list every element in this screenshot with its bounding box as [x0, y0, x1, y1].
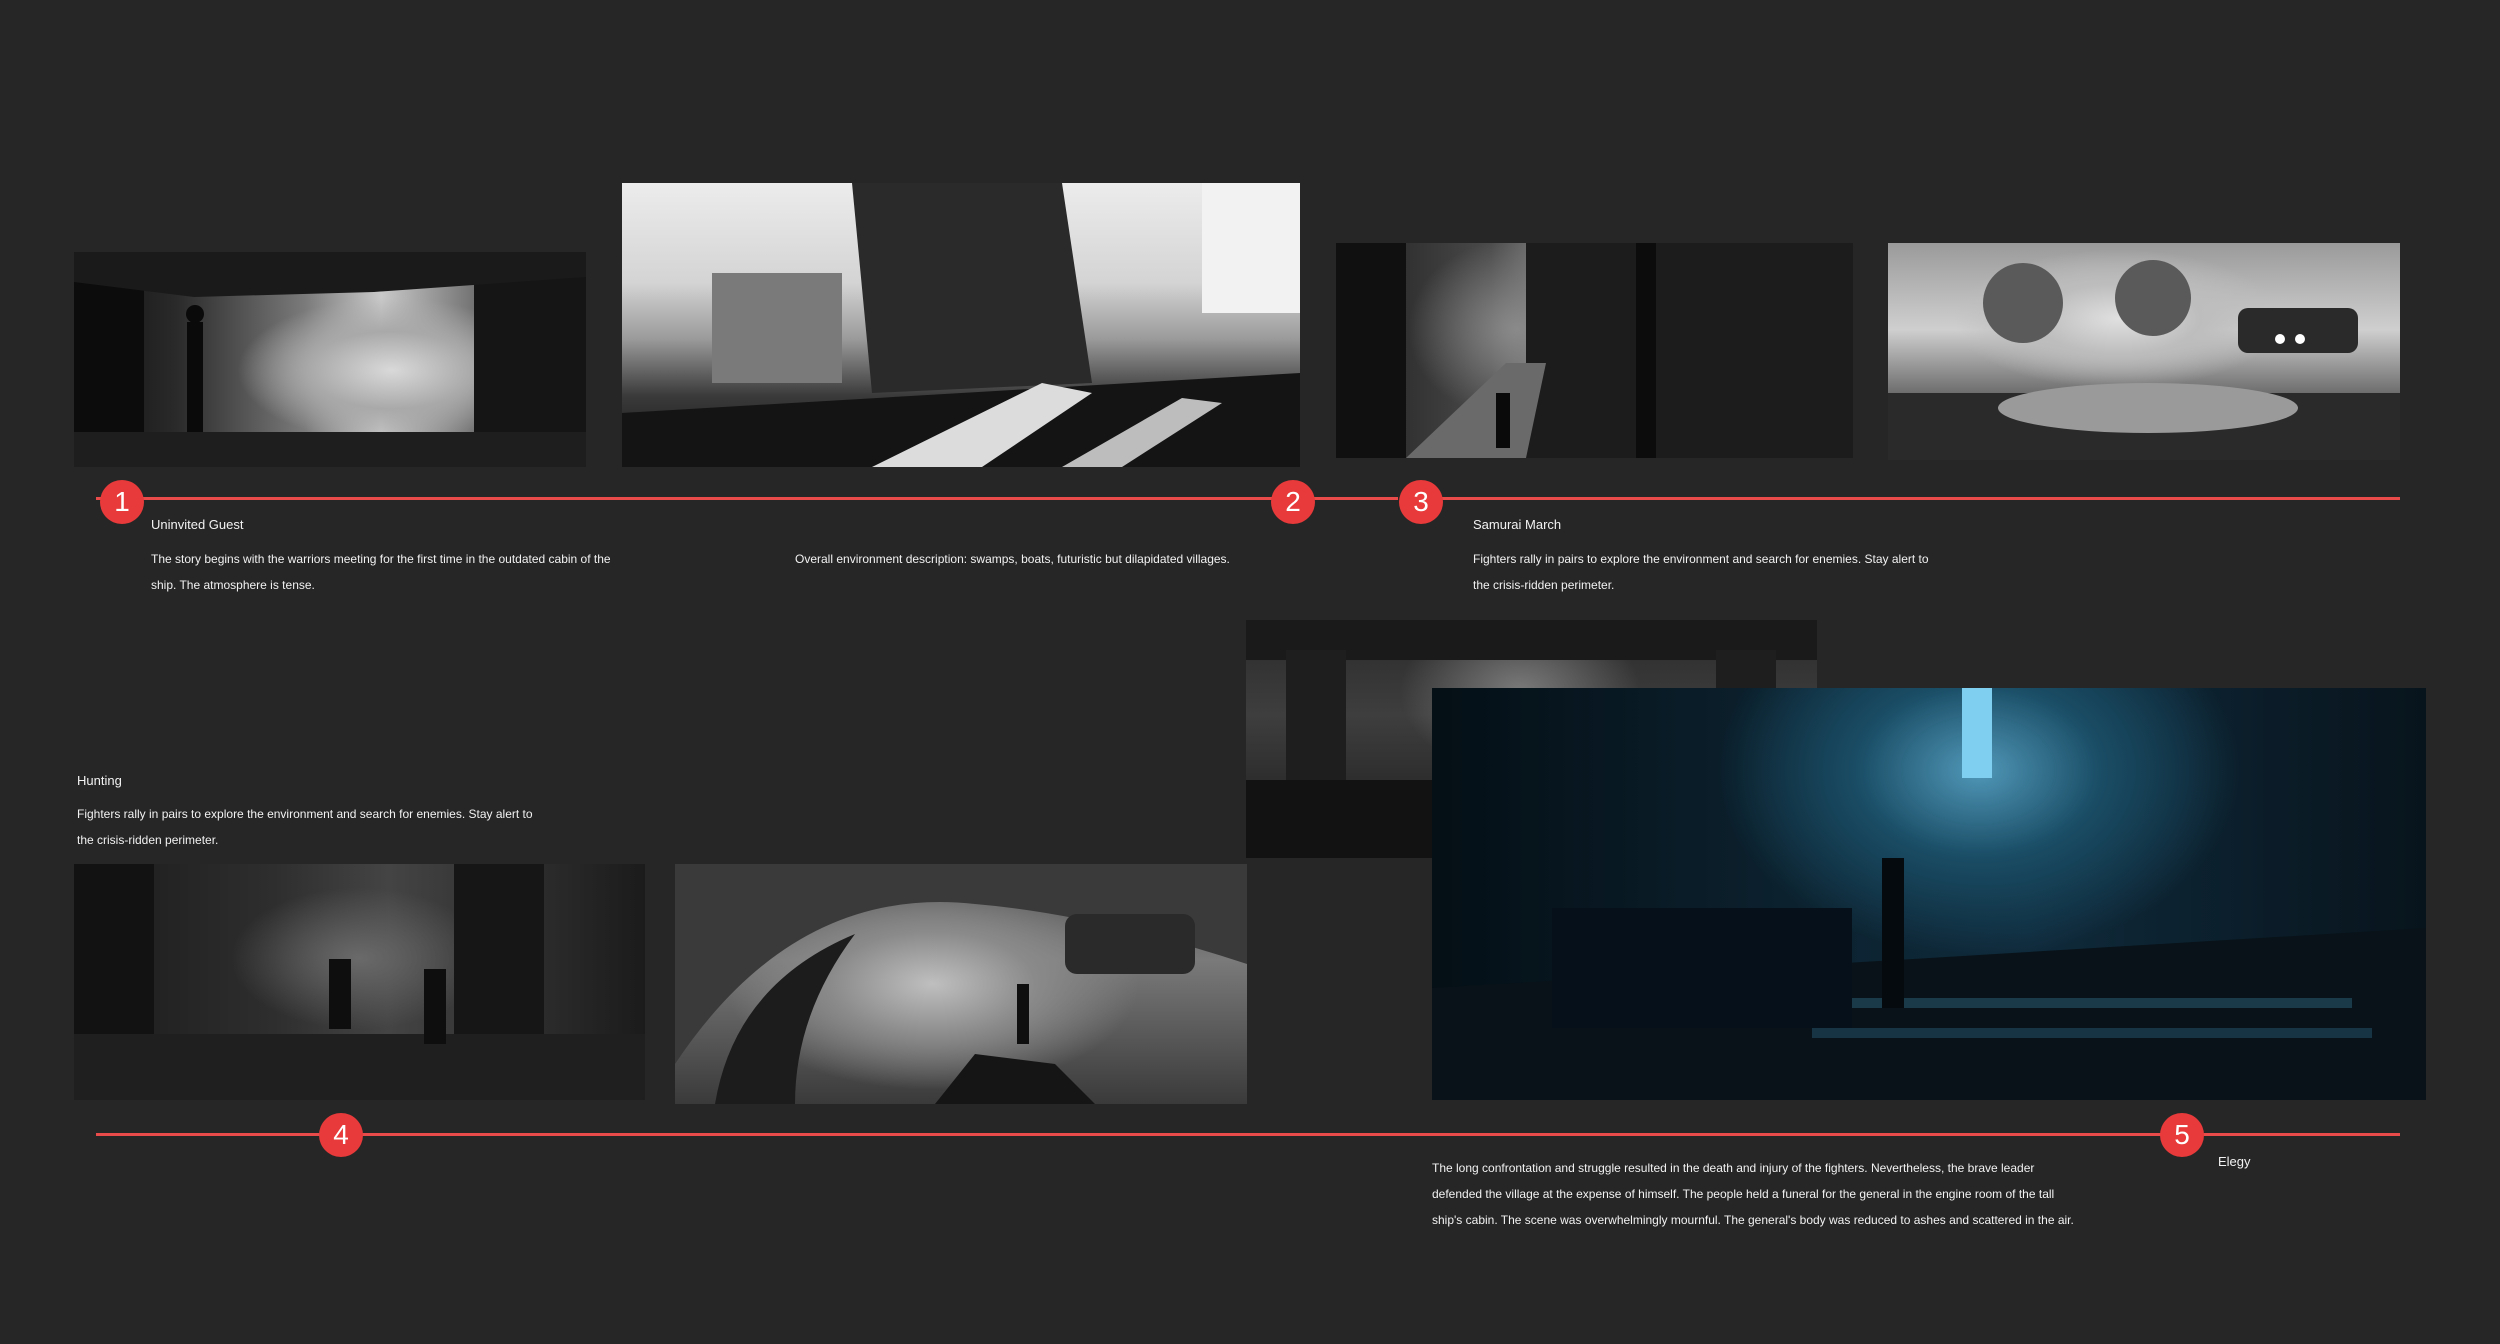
elegy-desc-line-1: The long confrontation and struggle resu… [1432, 1161, 2035, 1175]
elegy-desc-line-2: defended the village at the expense of h… [1432, 1187, 2055, 1201]
marker-4[interactable]: 4 [319, 1113, 363, 1157]
hunting-image-2 [675, 864, 1247, 1104]
elegy-title: Elegy [2218, 1154, 2251, 1169]
uninvited-guest-description: The story begins with the warriors meeti… [151, 546, 711, 598]
elegy-desc-line-3: ship's cabin. The scene was overwhelming… [1432, 1213, 2074, 1227]
uninvited-guest-desc-line-2: ship. The atmosphere is tense. [151, 578, 315, 592]
marker-3[interactable]: 3 [1399, 480, 1443, 524]
timeline-top-right [1400, 497, 2400, 500]
environment-description: Overall environment description: swamps,… [795, 552, 1230, 566]
samurai-march-desc-line-2: the crisis-ridden perimeter. [1473, 578, 1615, 592]
elegy-description: The long confrontation and struggle resu… [1432, 1155, 2192, 1233]
samurai-march-image-2 [1888, 243, 2400, 460]
hunting-desc-line-1: Fighters rally in pairs to explore the e… [77, 807, 533, 821]
hunting-description: Fighters rally in pairs to explore the e… [77, 801, 637, 853]
timeline-bottom [96, 1133, 2400, 1136]
samurai-march-title: Samurai March [1473, 517, 1562, 532]
samurai-march-description: Fighters rally in pairs to explore the e… [1473, 546, 2033, 598]
samurai-march-image-1 [1336, 243, 1853, 458]
uninvited-guest-image [74, 252, 586, 467]
hunting-title: Hunting [77, 773, 122, 788]
timeline-top [96, 497, 1398, 500]
hunting-image-1 [74, 864, 645, 1100]
marker-2[interactable]: 2 [1271, 480, 1315, 524]
environment-image [622, 183, 1300, 467]
elegy-image-2 [1432, 688, 2426, 1100]
uninvited-guest-title: Uninvited Guest [151, 517, 244, 532]
marker-1[interactable]: 1 [100, 480, 144, 524]
uninvited-guest-desc-line-1: The story begins with the warriors meeti… [151, 552, 611, 566]
samurai-march-desc-line-1: Fighters rally in pairs to explore the e… [1473, 552, 1929, 566]
hunting-desc-line-2: the crisis-ridden perimeter. [77, 833, 219, 847]
marker-5[interactable]: 5 [2160, 1113, 2204, 1157]
